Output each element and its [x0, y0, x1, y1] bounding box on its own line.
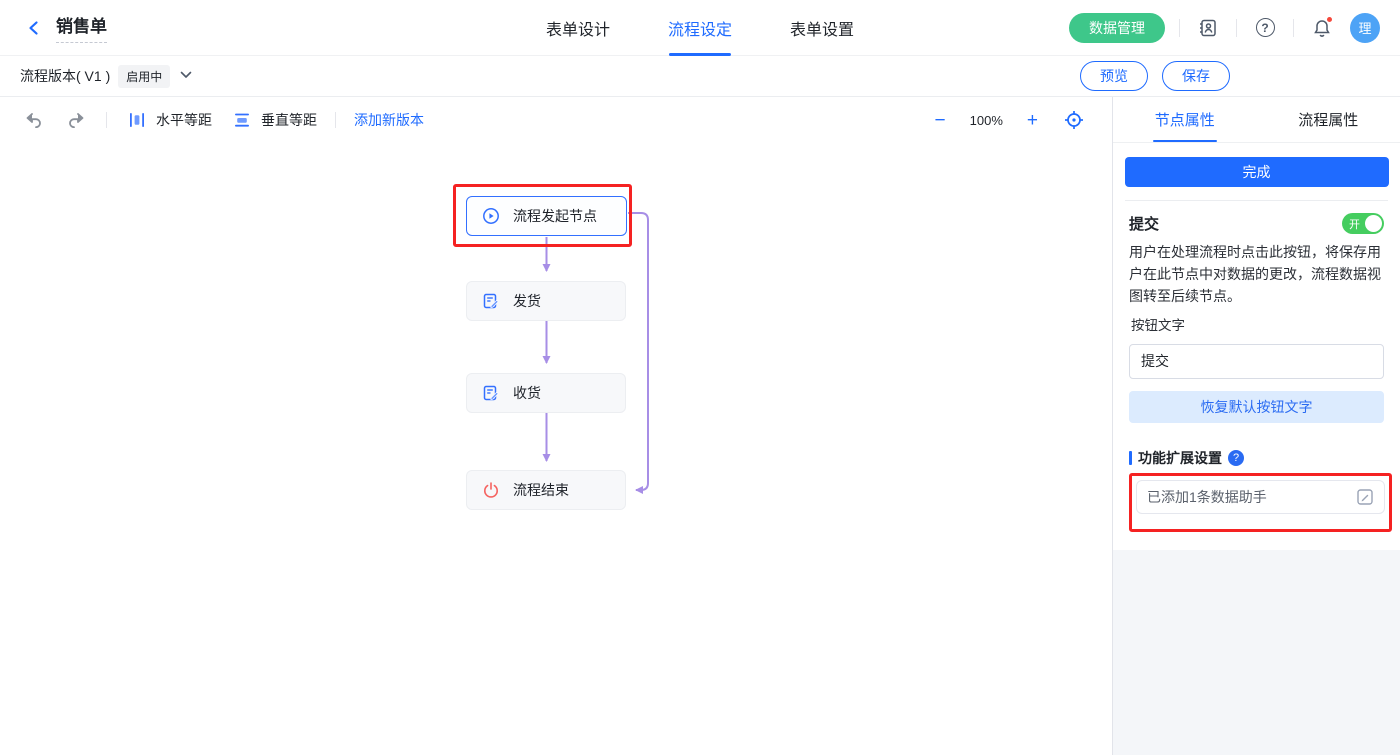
- flow-toolbar: 水平等距 垂直等距 添加新版本 − 100% +: [0, 97, 1112, 143]
- flow-node-label: 收货: [513, 383, 541, 403]
- add-version-link[interactable]: 添加新版本: [354, 110, 424, 130]
- back-icon[interactable]: [20, 14, 48, 42]
- vertical-spacing-label: 垂直等距: [261, 110, 317, 130]
- tab-form-setting[interactable]: 表单设置: [790, 0, 854, 56]
- zoom-in-button[interactable]: +: [1027, 111, 1038, 130]
- flow-node-label: 发货: [513, 291, 541, 311]
- avatar[interactable]: 理: [1350, 13, 1380, 43]
- toggle-on-label: 开: [1349, 216, 1360, 232]
- panel-content: 完成 提交 开 用户在处理流程时点击此按钮，将保存用户在此节点中对数据的更改，流…: [1113, 143, 1400, 550]
- power-icon: [482, 481, 500, 499]
- divider: [1179, 19, 1180, 37]
- top-header: 销售单 表单设计 流程设定 表单设置 数据管理 ?: [0, 0, 1400, 56]
- data-assistant-row[interactable]: 已添加1条数据助手: [1136, 480, 1385, 514]
- edit-icon[interactable]: [1356, 488, 1374, 506]
- flow-node-label: 流程发起节点: [513, 206, 597, 226]
- horizontal-spacing-button[interactable]: 水平等距: [125, 108, 212, 132]
- button-text-input[interactable]: [1129, 344, 1384, 379]
- submit-description: 用户在处理流程时点击此按钮，将保存用户在此节点中对数据的更改，流程数据视图转至后…: [1129, 242, 1384, 308]
- flow-canvas[interactable]: 流程发起节点 发货 收货: [0, 143, 1112, 755]
- help-icon[interactable]: ?: [1251, 14, 1279, 42]
- vertical-spacing-button[interactable]: 垂直等距: [230, 108, 317, 132]
- flow-node-receiving[interactable]: 收货: [466, 373, 626, 413]
- save-button[interactable]: 保存: [1162, 61, 1230, 91]
- toggle-knob: [1365, 215, 1382, 232]
- app-window: 销售单 表单设计 流程设定 表单设置 数据管理 ?: [0, 0, 1400, 755]
- divider: [1236, 19, 1237, 37]
- divider: [335, 112, 336, 128]
- properties-panel: 节点属性 流程属性 完成 提交 开 用户在处理流程时点击此按钮，将保存用户在此节…: [1112, 97, 1400, 755]
- tab-node-properties[interactable]: 节点属性: [1113, 97, 1257, 142]
- tab-form-design[interactable]: 表单设计: [546, 0, 610, 56]
- preview-button[interactable]: 预览: [1080, 61, 1148, 91]
- extension-help-icon[interactable]: ?: [1228, 450, 1244, 466]
- submit-toggle[interactable]: 开: [1342, 213, 1384, 234]
- undo-icon[interactable]: [22, 108, 46, 132]
- page-title[interactable]: 销售单: [56, 12, 107, 43]
- done-button[interactable]: 完成: [1125, 157, 1389, 187]
- main-area: 水平等距 垂直等距 添加新版本 − 100% +: [0, 97, 1400, 755]
- main-tabs: 表单设计 流程设定 表单设置: [546, 0, 854, 56]
- version-label: 流程版本( V1 ): [20, 66, 110, 86]
- version-bar: 流程版本( V1 ) 启用中 预览 保存: [0, 56, 1400, 97]
- chevron-down-icon[interactable]: [180, 70, 192, 82]
- edit-doc-icon: [482, 292, 500, 310]
- fit-center-icon[interactable]: [1062, 108, 1086, 132]
- submit-setting-label: 提交: [1129, 213, 1159, 234]
- horizontal-spacing-icon: [125, 108, 149, 132]
- notification-bell-icon[interactable]: [1308, 14, 1336, 42]
- divider: [1125, 200, 1388, 201]
- data-manage-button[interactable]: 数据管理: [1069, 13, 1165, 43]
- notification-dot: [1326, 16, 1333, 23]
- panel-tabs: 节点属性 流程属性: [1113, 97, 1400, 143]
- flow-node-label: 流程结束: [513, 480, 569, 500]
- play-circle-icon: [482, 207, 500, 225]
- divider: [106, 112, 107, 128]
- header-actions: 数据管理 ? 理: [1069, 13, 1380, 43]
- zoom-controls: − 100% +: [935, 108, 1112, 132]
- edit-doc-icon: [482, 384, 500, 402]
- zoom-level: 100%: [970, 113, 1003, 128]
- status-badge: 启用中: [118, 65, 170, 88]
- tab-flow-properties[interactable]: 流程属性: [1257, 97, 1400, 142]
- horizontal-spacing-label: 水平等距: [156, 110, 212, 130]
- zoom-out-button[interactable]: −: [935, 111, 946, 130]
- flow-node-shipping[interactable]: 发货: [466, 281, 626, 321]
- annotation-box-extension: 已添加1条数据助手: [1129, 473, 1392, 532]
- flow-node-end[interactable]: 流程结束: [466, 470, 626, 510]
- flow-editor: 水平等距 垂直等距 添加新版本 − 100% +: [0, 97, 1112, 755]
- contacts-icon[interactable]: [1194, 14, 1222, 42]
- divider: [1293, 19, 1294, 37]
- redo-icon[interactable]: [64, 108, 88, 132]
- extension-settings-title: 功能扩展设置: [1138, 448, 1222, 468]
- data-assistant-text: 已添加1条数据助手: [1147, 487, 1356, 507]
- section-marker: [1129, 451, 1132, 465]
- vertical-spacing-icon: [230, 108, 254, 132]
- reset-button-text-button[interactable]: 恢复默认按钮文字: [1129, 391, 1384, 423]
- tab-flow-setting[interactable]: 流程设定: [668, 0, 732, 56]
- version-actions: 预览 保存: [1080, 61, 1380, 91]
- flow-node-start[interactable]: 流程发起节点: [466, 196, 627, 236]
- button-text-label: 按钮文字: [1129, 314, 1384, 334]
